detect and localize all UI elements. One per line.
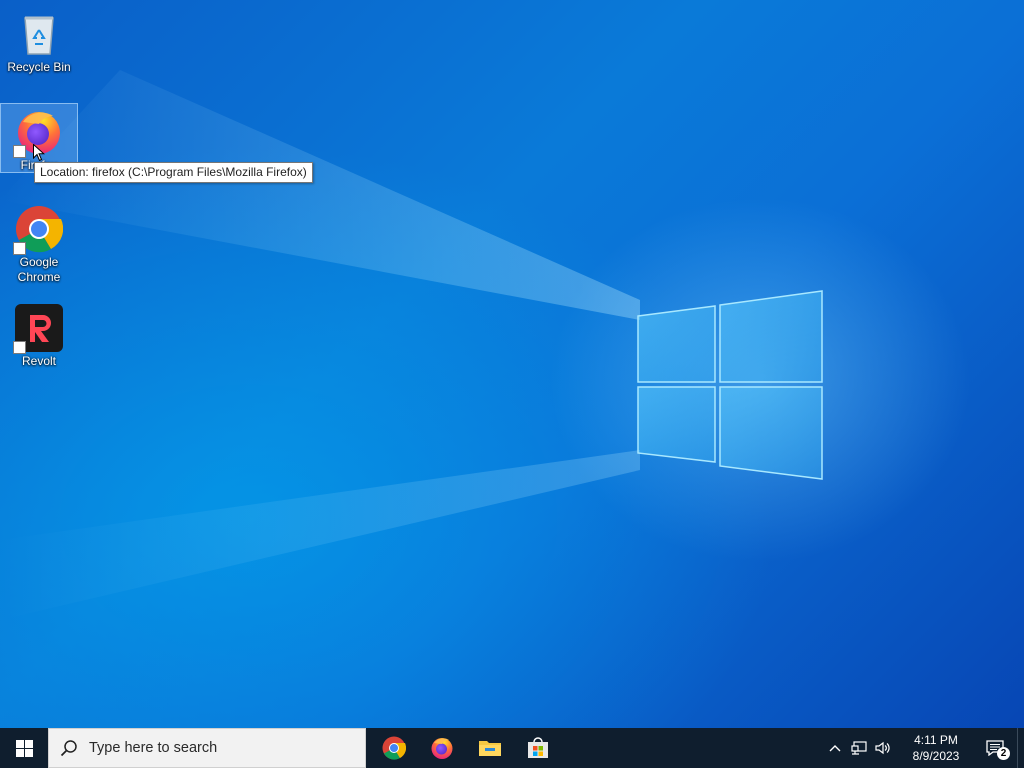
chevron-up-icon	[829, 745, 841, 752]
taskbar: Type here to search 4:11 PM 8/9/2023 2	[0, 728, 1024, 768]
taskbar-microsoft-store[interactable]	[514, 728, 562, 768]
firefox-icon	[431, 738, 453, 759]
tooltip: Location: firefox (C:\Program Files\Mozi…	[34, 162, 313, 183]
desktop[interactable]: Recycle Bin Google Chrome Revolt Locatio…	[0, 0, 1024, 728]
desktop-icon-label: Revolt	[21, 354, 56, 368]
chrome-icon	[13, 205, 64, 255]
chrome-icon	[382, 736, 406, 760]
show-desktop-button[interactable]	[1017, 728, 1024, 768]
shortcut-arrow-icon	[13, 341, 26, 354]
desktop-icon-label: Google Chrome	[17, 255, 61, 284]
pinned-apps	[370, 728, 562, 768]
taskbar-chrome[interactable]	[370, 728, 418, 768]
speaker-icon	[875, 741, 890, 755]
volume-button[interactable]	[871, 728, 895, 768]
show-hidden-icons-button[interactable]	[823, 728, 847, 768]
mouse-cursor-icon	[33, 144, 45, 162]
windows-logo	[637, 290, 823, 480]
search-icon	[49, 739, 89, 757]
taskbar-search-box[interactable]: Type here to search	[48, 728, 366, 768]
clock-date: 8/9/2023	[912, 749, 960, 763]
taskbar-file-explorer[interactable]	[466, 728, 514, 768]
revolt-icon	[13, 304, 63, 354]
desktop-icon-recycle-bin[interactable]: Recycle Bin	[1, 6, 77, 75]
desktop-icon-google-chrome[interactable]: Google Chrome	[1, 201, 77, 285]
shortcut-arrow-icon	[13, 242, 26, 255]
system-tray: 4:11 PM 8/9/2023 2	[823, 728, 1024, 768]
network-icon	[851, 741, 867, 755]
search-placeholder: Type here to search	[89, 740, 218, 756]
store-icon	[528, 737, 548, 758]
taskbar-firefox[interactable]	[418, 728, 466, 768]
windows-start-icon	[15, 739, 33, 757]
notification-count-badge: 2	[997, 747, 1010, 760]
taskbar-clock[interactable]: 4:11 PM 8/9/2023	[899, 732, 973, 764]
recycle-bin-icon	[15, 10, 63, 58]
desktop-icon-label: Recycle Bin	[7, 60, 71, 74]
clock-time: 4:11 PM	[914, 733, 958, 747]
desktop-icon-revolt[interactable]: Revolt	[1, 300, 77, 369]
wallpaper-light-beams	[0, 70, 640, 620]
network-button[interactable]	[847, 728, 871, 768]
start-button[interactable]	[0, 728, 48, 768]
action-center-button[interactable]: 2	[973, 728, 1017, 768]
folder-icon	[479, 741, 501, 756]
shortcut-arrow-icon	[13, 145, 26, 158]
